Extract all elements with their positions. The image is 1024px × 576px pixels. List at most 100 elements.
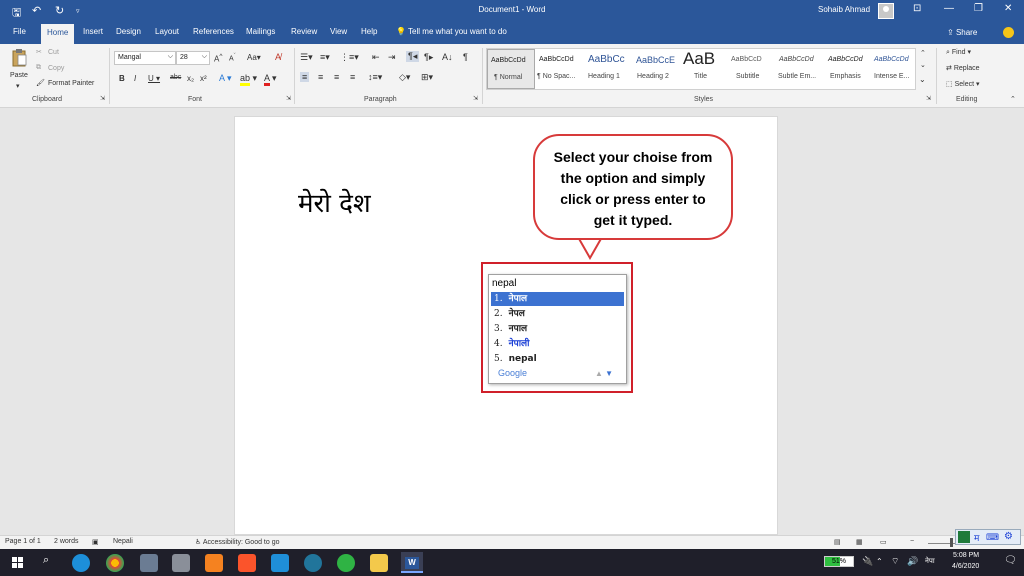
align-right-icon[interactable]: ≡ bbox=[334, 72, 339, 82]
styles-more-icon[interactable]: ⌄ bbox=[919, 75, 926, 84]
format-painter-button[interactable]: Format Painter bbox=[48, 80, 94, 87]
avatar[interactable] bbox=[878, 3, 894, 19]
style-heading-2[interactable]: AaBbCcE Heading 2 bbox=[634, 49, 682, 89]
page-count[interactable]: Page 1 of 1 bbox=[5, 538, 41, 545]
justify-icon[interactable]: ≡ bbox=[350, 72, 355, 82]
paste-button[interactable]: Paste bbox=[10, 72, 28, 79]
underline-icon[interactable]: U ▾ bbox=[148, 74, 160, 83]
devanagari-icon[interactable]: म bbox=[974, 531, 979, 544]
tab-mailings[interactable]: Mailings bbox=[246, 27, 275, 36]
borders-icon[interactable]: ⊞▾ bbox=[421, 72, 433, 83]
increase-indent-icon[interactable]: ⇥ bbox=[388, 52, 396, 63]
line-spacing-icon[interactable]: ↕≡▾ bbox=[368, 72, 382, 83]
volume-icon[interactable]: 🔊 bbox=[907, 556, 918, 567]
restore-icon[interactable]: ❐ bbox=[974, 3, 983, 14]
tab-references[interactable]: References bbox=[193, 27, 234, 36]
clear-formatting-icon[interactable]: A̸ bbox=[275, 52, 281, 62]
input-language[interactable]: नेपा bbox=[925, 557, 935, 566]
align-left-icon[interactable]: ≡ bbox=[300, 72, 310, 82]
word-count[interactable]: 2 words bbox=[54, 538, 79, 545]
subscript-icon[interactable]: x₂ bbox=[187, 74, 194, 83]
paragraph-launcher-icon[interactable]: ⇲ bbox=[473, 95, 478, 102]
ltr-direction-icon[interactable]: ¶◂ bbox=[406, 51, 420, 62]
find-button[interactable]: ⌕ Find ▾ bbox=[946, 48, 971, 57]
font-launcher-icon[interactable]: ⇲ bbox=[286, 95, 291, 102]
power-icon[interactable]: 🔌 bbox=[862, 556, 873, 567]
web-layout-icon[interactable]: ▭ bbox=[880, 538, 887, 546]
feedback-smiley-icon[interactable] bbox=[1003, 27, 1014, 38]
search-icon[interactable]: ⌕ bbox=[43, 554, 49, 567]
cut-button[interactable]: Cut bbox=[48, 49, 59, 56]
style-intense-emphasis[interactable]: AaBbCcDd Intense E... bbox=[872, 49, 916, 89]
change-case-icon[interactable]: Aa▾ bbox=[247, 53, 261, 62]
close-icon[interactable]: ✕ bbox=[1004, 3, 1012, 14]
styles-scroll-up-icon[interactable]: ⌃ bbox=[920, 49, 926, 57]
styles-launcher-icon[interactable]: ⇲ bbox=[926, 95, 931, 102]
superscript-icon[interactable]: x² bbox=[200, 74, 207, 83]
tab-insert[interactable]: Insert bbox=[83, 27, 103, 36]
font-name-select[interactable]: Mangal ⌵ bbox=[114, 51, 176, 65]
language-status[interactable]: Nepali bbox=[113, 538, 133, 545]
brave-icon[interactable] bbox=[238, 554, 256, 572]
collapse-ribbon-icon[interactable]: ⌃ bbox=[1010, 95, 1016, 103]
strikethrough-icon[interactable]: abc bbox=[170, 74, 181, 81]
notification-icon[interactable]: 🗨 bbox=[1004, 555, 1017, 566]
style-heading-1[interactable]: AaBbCc Heading 1 bbox=[585, 49, 633, 89]
rtl-direction-icon[interactable]: ¶▸ bbox=[424, 52, 433, 63]
clock-time[interactable]: 5:08 PM bbox=[953, 552, 979, 559]
decrease-indent-icon[interactable]: ⇤ bbox=[372, 52, 380, 63]
read-mode-icon[interactable]: ▤ bbox=[834, 538, 841, 546]
edge-icon[interactable] bbox=[72, 554, 90, 572]
bullets-icon[interactable]: ☰▾ bbox=[300, 52, 313, 63]
clock-date[interactable]: 4/6/2020 bbox=[952, 563, 979, 570]
proofing-icon[interactable]: ▣ bbox=[92, 538, 99, 546]
tell-me-search[interactable]: 💡 Tell me what you want to do bbox=[396, 27, 507, 36]
accessibility-status[interactable]: ♿ Accessibility: Good to go bbox=[195, 538, 280, 546]
font-size-select[interactable]: 28 ⌵ bbox=[176, 51, 210, 65]
styles-scroll-down-icon[interactable]: ⌄ bbox=[920, 61, 926, 69]
highlight-color-icon[interactable]: ab ▾ bbox=[240, 73, 257, 86]
user-name[interactable]: Sohaib Ahmad bbox=[818, 5, 870, 14]
style-normal[interactable]: AaBbCcDd ¶ Normal bbox=[487, 49, 535, 89]
sort-icon[interactable]: A↓ bbox=[442, 52, 453, 62]
paste-dropdown-icon[interactable]: ▾ bbox=[16, 82, 20, 90]
shrink-font-icon[interactable]: Aˇ bbox=[229, 53, 236, 62]
italic-icon[interactable]: I bbox=[134, 74, 136, 83]
battery-indicator[interactable]: 51% bbox=[824, 556, 854, 567]
copy-button[interactable]: Copy bbox=[48, 65, 64, 72]
multilevel-list-icon[interactable]: ⋮≡▾ bbox=[340, 52, 359, 63]
style-emphasis[interactable]: AaBbCcDd Emphasis bbox=[826, 49, 870, 89]
whatsapp-icon[interactable] bbox=[337, 554, 355, 572]
screen-capture-icon[interactable] bbox=[271, 554, 289, 572]
document-text[interactable]: मेरो देश bbox=[298, 184, 371, 220]
language-toolbar[interactable]: म ⌨ ⚙ bbox=[955, 529, 1021, 545]
chrome-icon[interactable] bbox=[106, 554, 124, 572]
clipboard-launcher-icon[interactable]: ⇲ bbox=[100, 95, 105, 102]
show-formatting-icon[interactable]: ¶ bbox=[463, 52, 468, 62]
print-layout-icon[interactable]: ▦ bbox=[856, 538, 863, 546]
style-subtle-emphasis[interactable]: AaBbCcDd Subtle Em... bbox=[777, 49, 825, 89]
align-center-icon[interactable]: ≡ bbox=[318, 72, 323, 82]
input-tool-icon[interactable] bbox=[958, 531, 970, 543]
file-explorer-icon[interactable] bbox=[370, 554, 388, 572]
wordpress-icon[interactable] bbox=[304, 554, 322, 572]
wifi-icon[interactable]: ⌔ bbox=[891, 556, 899, 567]
style-no-spacing[interactable]: AaBbCcDd ¶ No Spac... bbox=[536, 49, 584, 89]
paste-icon[interactable] bbox=[12, 49, 27, 67]
style-subtitle[interactable]: AaBbCcD Subtitle bbox=[730, 49, 776, 89]
tab-help[interactable]: Help bbox=[361, 27, 377, 36]
bold-icon[interactable]: B bbox=[119, 74, 125, 83]
tab-file[interactable]: File bbox=[13, 27, 26, 36]
tab-design[interactable]: Design bbox=[116, 27, 141, 36]
windows-start-icon[interactable] bbox=[12, 557, 23, 568]
tab-review[interactable]: Review bbox=[291, 27, 317, 36]
select-button[interactable]: ⬚ Select ▾ bbox=[946, 80, 980, 88]
network-app-icon[interactable] bbox=[140, 554, 158, 572]
shading-icon[interactable]: ◇▾ bbox=[399, 72, 410, 83]
tray-expand-icon[interactable]: ⌃ bbox=[876, 557, 883, 566]
tool-app-icon[interactable] bbox=[172, 554, 190, 572]
zoom-slider-thumb[interactable] bbox=[950, 538, 953, 547]
font-color-icon[interactable]: A ▾ bbox=[264, 73, 277, 86]
tab-layout[interactable]: Layout bbox=[155, 27, 179, 36]
settings-gear-icon[interactable]: ⚙ bbox=[1004, 531, 1013, 542]
